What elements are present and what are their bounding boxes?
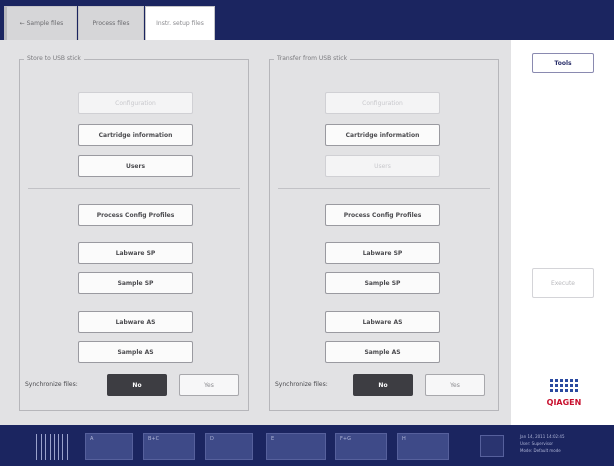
labware-sp-button[interactable]: Labware SP: [78, 242, 193, 264]
bottom-status-bar: A B+C D E F+G H Jan 14, 2011 14:02:45 Us…: [0, 425, 614, 466]
panel-title: Store to USB stick: [24, 55, 84, 62]
instrument-icon: [36, 434, 68, 460]
sync-yes-button[interactable]: Yes: [425, 374, 485, 396]
users-button[interactable]: Users: [325, 155, 440, 177]
top-tab-bar: ← Sample files Process files Instr. setu…: [0, 0, 614, 40]
sync-no-button[interactable]: No: [353, 374, 413, 396]
process-config-profiles-button[interactable]: Process Config Profiles: [78, 204, 193, 226]
status-info: Jan 14, 2011 14:02:45 User: Supervisor M…: [520, 433, 565, 454]
divider: [28, 188, 240, 189]
divider: [278, 188, 490, 189]
qiagen-logo: QIAGEN: [547, 379, 582, 407]
labware-sp-button[interactable]: Labware SP: [325, 242, 440, 264]
configuration-button[interactable]: Configuration: [78, 92, 193, 114]
slot-fg[interactable]: F+G: [335, 433, 387, 460]
slot-a[interactable]: A: [85, 433, 133, 460]
slot-e[interactable]: E: [266, 433, 326, 460]
synchronize-label: Synchronize files:: [25, 381, 78, 388]
right-sidebar: [511, 40, 614, 425]
tools-button[interactable]: Tools: [532, 53, 594, 73]
synchronize-label: Synchronize files:: [275, 381, 328, 388]
execute-button[interactable]: Execute: [532, 268, 594, 298]
labware-as-button[interactable]: Labware AS: [325, 311, 440, 333]
slot-h[interactable]: H: [397, 433, 449, 460]
svg-text:QIAGEN: QIAGEN: [547, 398, 582, 407]
status-user: User: Supervisor: [520, 441, 554, 446]
configuration-button[interactable]: Configuration: [325, 92, 440, 114]
sample-sp-button[interactable]: Sample SP: [325, 272, 440, 294]
sample-sp-button[interactable]: Sample SP: [78, 272, 193, 294]
tab-sample-files[interactable]: ← Sample files: [4, 6, 77, 40]
sample-as-button[interactable]: Sample AS: [78, 341, 193, 363]
status-datetime: Jan 14, 2011 14:02:45: [520, 434, 565, 439]
sample-as-button[interactable]: Sample AS: [325, 341, 440, 363]
users-button[interactable]: Users: [78, 155, 193, 177]
process-config-profiles-button[interactable]: Process Config Profiles: [325, 204, 440, 226]
sync-no-button[interactable]: No: [107, 374, 167, 396]
tab-instrument-setup-files[interactable]: Instr. setup files: [145, 6, 215, 40]
tab-process-files[interactable]: Process files: [78, 6, 144, 40]
slot-bc[interactable]: B+C: [143, 433, 195, 460]
status-indicator: [480, 435, 504, 457]
labware-as-button[interactable]: Labware AS: [78, 311, 193, 333]
cartridge-information-button[interactable]: Cartridge information: [325, 124, 440, 146]
panel-title: Transfer from USB stick: [274, 55, 351, 62]
sync-yes-button[interactable]: Yes: [179, 374, 239, 396]
cartridge-information-button[interactable]: Cartridge information: [78, 124, 193, 146]
slot-d[interactable]: D: [205, 433, 253, 460]
status-mode: Mode: Default mode: [520, 448, 561, 453]
